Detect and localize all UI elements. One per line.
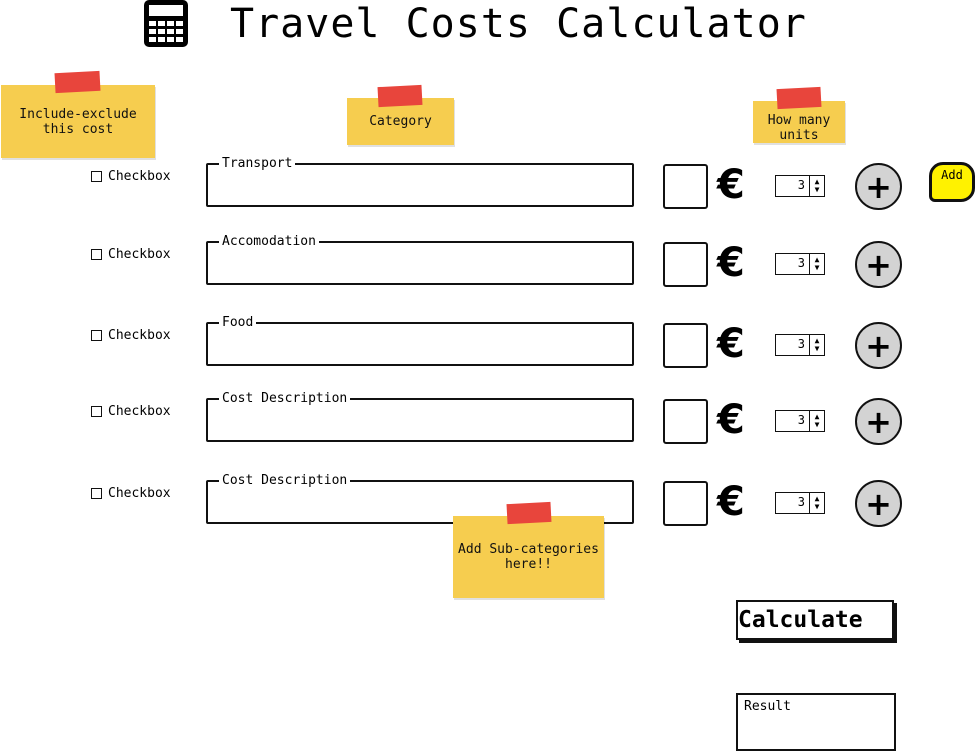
note-include-exclude-text: Include-exclude this cost <box>19 106 137 137</box>
amount-input[interactable] <box>663 242 708 287</box>
checkbox-square[interactable] <box>91 330 102 341</box>
category-label: Transport <box>219 156 296 172</box>
checkbox-square[interactable] <box>91 171 102 182</box>
euro-icon: € <box>717 397 745 443</box>
checkbox-square[interactable] <box>91 406 102 417</box>
result-label: Result <box>744 699 791 714</box>
amount-input[interactable] <box>663 164 708 209</box>
stepper-arrows-icon[interactable]: ▲ ▼ <box>809 254 824 274</box>
category-input[interactable]: Accomodation <box>206 234 634 285</box>
units-stepper[interactable]: 3 ▲ ▼ <box>775 175 825 197</box>
stepper-arrows-icon[interactable]: ▲ ▼ <box>809 411 824 431</box>
note-add-subcategories-text: Add Sub-categories here!! <box>458 542 599 572</box>
note-tape <box>776 86 822 110</box>
checkbox-label: Checkbox <box>108 247 171 262</box>
add-cost-button[interactable]: + <box>855 163 902 210</box>
plus-icon: + <box>865 167 892 206</box>
stepper-arrows-icon[interactable]: ▲ ▼ <box>809 493 824 513</box>
units-value[interactable]: 3 <box>776 176 809 196</box>
amount-input[interactable] <box>663 323 708 368</box>
category-input[interactable]: Food <box>206 315 634 366</box>
plus-icon: + <box>865 402 892 441</box>
stepper-arrows-icon[interactable]: ▲ ▼ <box>809 335 824 355</box>
checkbox-label: Checkbox <box>108 486 171 501</box>
add-cost-button[interactable]: + <box>855 480 902 527</box>
note-tape <box>506 501 552 525</box>
include-checkbox[interactable]: Checkbox <box>91 247 171 262</box>
euro-icon: € <box>717 162 745 208</box>
units-value[interactable]: 3 <box>776 493 809 513</box>
category-label: Cost Description <box>219 391 351 407</box>
stepper-arrows-icon[interactable]: ▲ ▼ <box>809 176 824 196</box>
include-checkbox[interactable]: Checkbox <box>91 328 171 343</box>
units-stepper[interactable]: 3 ▲ ▼ <box>775 334 825 356</box>
euro-icon: € <box>717 479 745 525</box>
add-cost-button[interactable]: + <box>855 398 902 445</box>
units-value[interactable]: 3 <box>776 411 809 431</box>
page-title: Travel Costs Calculator <box>230 1 807 47</box>
include-checkbox[interactable]: Checkbox <box>91 404 171 419</box>
amount-input[interactable] <box>663 481 708 526</box>
note-how-many-units-text: How many units <box>767 113 831 143</box>
note-tape <box>377 84 423 108</box>
result-output: Result <box>736 693 896 751</box>
add-bubble-label: Add <box>941 168 963 182</box>
units-stepper[interactable]: 3 ▲ ▼ <box>775 410 825 432</box>
include-checkbox[interactable]: Checkbox <box>91 486 171 501</box>
checkbox-label: Checkbox <box>108 169 171 184</box>
calculator-icon <box>144 0 188 47</box>
plus-icon: + <box>865 245 892 284</box>
add-cost-button[interactable]: + <box>855 241 902 288</box>
category-input[interactable]: Transport <box>206 156 634 207</box>
category-label: Accomodation <box>219 234 319 250</box>
category-label: Cost Description <box>219 473 351 489</box>
units-value[interactable]: 3 <box>776 254 809 274</box>
category-input[interactable]: Cost Description <box>206 391 634 442</box>
euro-icon: € <box>717 240 745 286</box>
checkbox-square[interactable] <box>91 488 102 499</box>
units-stepper[interactable]: 3 ▲ ▼ <box>775 492 825 514</box>
units-value[interactable]: 3 <box>776 335 809 355</box>
include-checkbox[interactable]: Checkbox <box>91 169 171 184</box>
checkbox-label: Checkbox <box>108 404 171 419</box>
note-category-text: Category <box>369 114 432 129</box>
add-bubble: Add <box>929 162 975 202</box>
note-include-exclude: Include-exclude this cost <box>1 85 155 158</box>
checkbox-square[interactable] <box>91 249 102 260</box>
units-stepper[interactable]: 3 ▲ ▼ <box>775 253 825 275</box>
category-label: Food <box>219 315 257 331</box>
calculate-button[interactable]: Calculate <box>736 600 894 640</box>
note-tape <box>54 70 101 94</box>
plus-icon: + <box>865 484 892 523</box>
note-add-subcategories: Add Sub-categories here!! <box>453 516 604 598</box>
plus-icon: + <box>865 326 892 365</box>
amount-input[interactable] <box>663 399 708 444</box>
add-cost-button[interactable]: + <box>855 322 902 369</box>
checkbox-label: Checkbox <box>108 328 171 343</box>
euro-icon: € <box>717 321 745 367</box>
